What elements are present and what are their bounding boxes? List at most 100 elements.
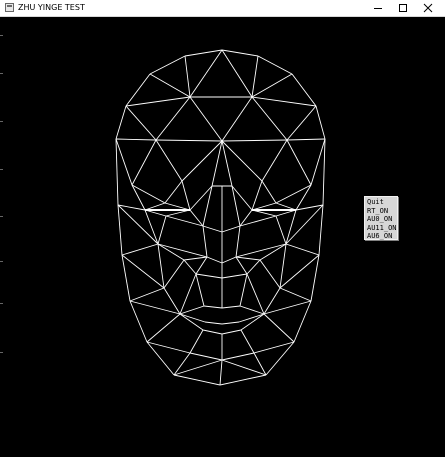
wireframe-edge	[221, 256, 237, 264]
wireframe-edge	[279, 254, 320, 289]
wireframe-edge	[183, 256, 208, 261]
wireframe-edge	[221, 49, 253, 98]
wireframe-edge	[173, 374, 221, 386]
wireframe-edge	[184, 55, 191, 98]
wireframe-edge	[179, 305, 205, 315]
wireframe-edge	[189, 352, 223, 361]
wireframe-edge	[275, 202, 297, 211]
wireframe-edge	[146, 341, 191, 354]
wireframe-edge	[221, 329, 242, 335]
wireframe-edge	[125, 105, 157, 141]
wireframe-edge	[251, 55, 259, 98]
wireframe-edge	[131, 139, 157, 186]
wireframe-edge	[279, 243, 287, 289]
wireframe-edge	[239, 215, 277, 227]
wireframe-edge	[246, 259, 261, 275]
wireframe-edge	[115, 138, 119, 206]
wireframe-edge	[235, 256, 248, 275]
wireframe-edge	[189, 185, 213, 211]
wireframe-edge	[155, 139, 183, 182]
wireframe-edge	[165, 215, 204, 227]
wireframe-edge	[293, 300, 312, 343]
wireframe-edge	[163, 259, 185, 289]
wireframe-edge	[195, 256, 208, 275]
wireframe-edge	[195, 273, 223, 279]
wireframe-edge	[146, 313, 181, 343]
wireframe-edge	[251, 180, 263, 211]
wireframe-edge	[251, 202, 277, 211]
menu-item-au0-on[interactable]: AU0_ON	[367, 215, 396, 224]
menu-item-quit[interactable]: Quit	[367, 198, 396, 207]
wireframe-edge	[149, 55, 186, 75]
wireframe-edge	[221, 139, 288, 142]
wireframe-edge	[253, 341, 295, 354]
wireframe-edge	[204, 321, 223, 325]
wireframe-edge	[115, 138, 133, 186]
wireframe-edge	[310, 138, 326, 186]
wireframe-edge	[235, 243, 287, 258]
wireframe-edge	[235, 256, 261, 261]
wireframe-edge	[189, 49, 223, 98]
wireframe-edge	[115, 105, 127, 140]
menu-item-rt-on[interactable]: RT_ON	[367, 207, 396, 216]
wireframe-edge	[202, 225, 208, 258]
wireframe-edge	[286, 139, 312, 186]
wireframe-edge	[202, 185, 213, 227]
wireframe-edge	[125, 73, 151, 107]
wireframe-edge	[149, 73, 191, 98]
wireframe-edge	[189, 209, 204, 227]
wireframe-edge	[129, 300, 181, 315]
wireframe-edge	[221, 140, 263, 182]
wireframe-edge	[183, 259, 197, 275]
wireframe-edge	[259, 243, 287, 261]
wireframe-edge	[275, 215, 287, 245]
wireframe-edge	[179, 313, 206, 323]
wireframe-edge	[121, 243, 159, 256]
menu-item-au11-on[interactable]: AU11_ON	[367, 224, 397, 233]
wireframe-edge	[251, 96, 288, 141]
wireframe-edge	[221, 140, 233, 187]
wireframe-edge	[211, 140, 223, 187]
wireframe-edge	[235, 225, 241, 258]
popup-menu[interactable]: Quit RT_ON AU0_ON AU11_ON AU6_ON	[364, 196, 398, 240]
wireframe-edge	[189, 329, 204, 354]
wireframe-edge	[231, 185, 253, 211]
wireframe-edge	[246, 273, 265, 315]
wireframe-edge	[164, 202, 191, 211]
wireframe-edge	[251, 73, 293, 98]
wireframe-edge	[240, 329, 255, 354]
wireframe-edge	[221, 305, 241, 309]
wireframe-edge	[157, 215, 167, 245]
wireframe-edge	[155, 96, 191, 141]
wireframe-edge	[315, 105, 326, 140]
wireframe-edge	[157, 243, 185, 261]
wireframe-edge	[179, 313, 204, 331]
wireframe-edge	[259, 259, 281, 289]
wireframe-edge	[322, 138, 326, 206]
wireframe-edge	[251, 96, 317, 107]
wireframe-edge	[144, 209, 159, 245]
wireframe-edge	[164, 180, 183, 204]
wireframe-edge	[257, 55, 293, 75]
wireframe-edge	[181, 180, 191, 211]
wireframe-edge	[129, 300, 148, 343]
wireframe-edge	[184, 49, 223, 57]
wireframe-edge	[239, 273, 248, 307]
wireframe-edge	[203, 305, 223, 309]
wireframe-edge	[221, 225, 241, 233]
wireframe-edge	[261, 180, 277, 204]
wireframe-edge	[221, 352, 255, 361]
wireframe-edge	[286, 138, 326, 141]
wireframe-edge	[146, 341, 175, 376]
wireframe-edge	[263, 313, 295, 343]
menu-item-au6-on[interactable]: AU6_ON	[367, 232, 396, 241]
wireframe-edge	[219, 359, 223, 386]
wireframe-edge	[121, 254, 165, 289]
wireframe-edge	[155, 139, 223, 142]
wireframe-edge	[157, 243, 208, 258]
wireframe-edge	[231, 185, 241, 227]
wireframe-edge	[265, 341, 295, 376]
wireframe-edge	[121, 254, 131, 302]
wireframe-edge	[206, 256, 223, 264]
wireframe-edge	[310, 254, 320, 302]
